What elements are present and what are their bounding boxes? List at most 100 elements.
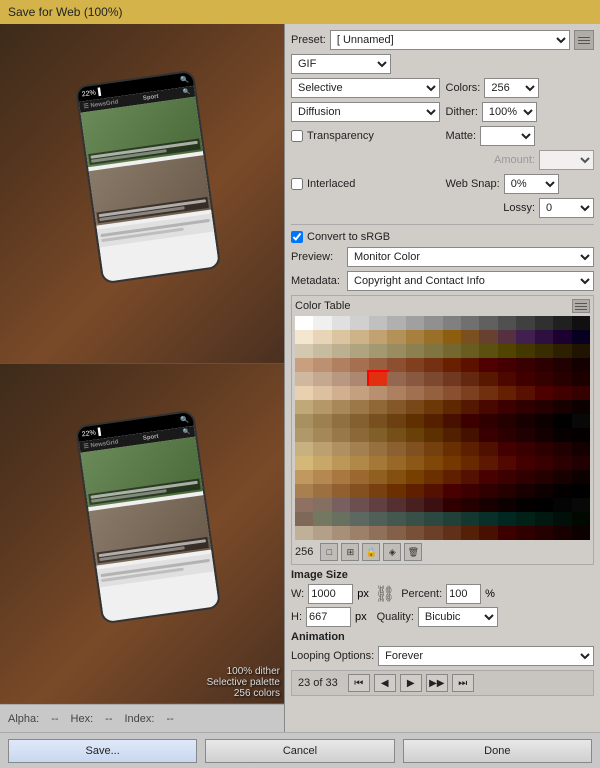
color-cell[interactable] (461, 470, 479, 484)
color-cell[interactable] (516, 372, 534, 386)
color-cell[interactable] (406, 442, 424, 456)
color-cell[interactable] (479, 428, 497, 442)
color-cell[interactable] (424, 358, 442, 372)
color-cell[interactable] (516, 470, 534, 484)
color-cell[interactable] (443, 456, 461, 470)
color-cell[interactable] (535, 400, 553, 414)
color-cell[interactable] (553, 526, 571, 540)
color-cell[interactable] (535, 498, 553, 512)
quality-select[interactable]: Bicubic (418, 607, 498, 627)
color-cell[interactable] (553, 456, 571, 470)
preset-menu-icon[interactable] (574, 30, 594, 50)
color-cell[interactable] (387, 386, 405, 400)
color-cell[interactable] (443, 316, 461, 330)
color-cell[interactable] (332, 526, 350, 540)
color-cell[interactable] (516, 316, 534, 330)
preset-select[interactable]: [ Unnamed] (330, 30, 570, 50)
color-cell[interactable] (498, 456, 516, 470)
color-cell[interactable] (332, 512, 350, 526)
color-cell[interactable] (350, 526, 368, 540)
color-cell[interactable] (295, 400, 313, 414)
color-cell[interactable] (572, 386, 590, 400)
color-cell[interactable] (479, 330, 497, 344)
color-cell[interactable] (424, 414, 442, 428)
color-cell[interactable] (572, 372, 590, 386)
color-cell[interactable] (479, 484, 497, 498)
color-cell[interactable] (406, 400, 424, 414)
color-cell[interactable] (313, 498, 331, 512)
color-cell[interactable] (443, 344, 461, 358)
color-cell[interactable] (313, 470, 331, 484)
color-cell[interactable] (479, 316, 497, 330)
color-cell[interactable] (313, 386, 331, 400)
color-cell[interactable] (516, 526, 534, 540)
color-cell[interactable] (313, 456, 331, 470)
color-cell[interactable] (535, 372, 553, 386)
last-frame-btn[interactable]: ⏭ (452, 674, 474, 692)
color-cell[interactable] (572, 512, 590, 526)
color-cell[interactable] (332, 316, 350, 330)
selective-select[interactable]: Selective (291, 78, 440, 98)
done-button[interactable]: Done (403, 739, 592, 763)
color-cell[interactable] (332, 400, 350, 414)
color-cell[interactable] (498, 470, 516, 484)
color-cell[interactable] (443, 428, 461, 442)
color-cell[interactable] (516, 386, 534, 400)
color-cell[interactable] (406, 414, 424, 428)
color-cell[interactable] (350, 400, 368, 414)
color-cell[interactable] (369, 316, 387, 330)
width-input[interactable] (308, 584, 353, 604)
lock-color-btn[interactable]: 🔒 (362, 543, 380, 561)
color-cell[interactable] (461, 526, 479, 540)
color-cell[interactable] (553, 414, 571, 428)
color-cell[interactable] (479, 456, 497, 470)
color-cell[interactable] (498, 386, 516, 400)
color-cell[interactable] (350, 512, 368, 526)
color-cell[interactable] (572, 400, 590, 414)
color-cell[interactable] (406, 316, 424, 330)
color-cell[interactable] (387, 526, 405, 540)
color-cell[interactable] (443, 400, 461, 414)
color-cell[interactable] (553, 344, 571, 358)
color-cell[interactable] (313, 400, 331, 414)
color-cell[interactable] (461, 316, 479, 330)
color-cell[interactable] (535, 512, 553, 526)
color-cell[interactable] (498, 372, 516, 386)
color-cell[interactable] (424, 386, 442, 400)
color-cell[interactable] (313, 330, 331, 344)
color-cell[interactable] (516, 442, 534, 456)
color-cell[interactable] (443, 442, 461, 456)
dither-select[interactable]: 100% (482, 102, 537, 122)
color-cell[interactable] (535, 428, 553, 442)
color-cell[interactable] (572, 428, 590, 442)
color-cell[interactable] (332, 372, 350, 386)
color-cell[interactable] (461, 512, 479, 526)
color-cell[interactable] (295, 330, 313, 344)
color-cell[interactable] (295, 372, 313, 386)
color-cell[interactable] (572, 470, 590, 484)
color-cell[interactable] (479, 442, 497, 456)
color-cell[interactable] (461, 498, 479, 512)
color-table-menu-icon[interactable] (572, 299, 590, 313)
color-cell[interactable] (369, 484, 387, 498)
select-all-btn[interactable]: ⊞ (341, 543, 359, 561)
color-cell[interactable] (387, 484, 405, 498)
color-cell[interactable] (479, 498, 497, 512)
save-button[interactable]: Save... (8, 739, 197, 763)
color-cell[interactable] (406, 526, 424, 540)
next-frame-btn[interactable]: ▶▶ (426, 674, 448, 692)
new-color-btn[interactable]: □ (320, 543, 338, 561)
color-cell[interactable] (516, 498, 534, 512)
interlaced-checkbox[interactable] (291, 178, 303, 190)
color-cell[interactable] (498, 414, 516, 428)
color-cell[interactable] (406, 428, 424, 442)
color-cell[interactable] (332, 428, 350, 442)
matte-select[interactable] (480, 126, 535, 146)
color-cell[interactable] (332, 498, 350, 512)
color-cell[interactable] (516, 512, 534, 526)
color-cell[interactable] (461, 344, 479, 358)
color-cell[interactable] (479, 526, 497, 540)
color-cell[interactable] (479, 344, 497, 358)
color-cell[interactable] (369, 344, 387, 358)
color-cell[interactable] (572, 484, 590, 498)
